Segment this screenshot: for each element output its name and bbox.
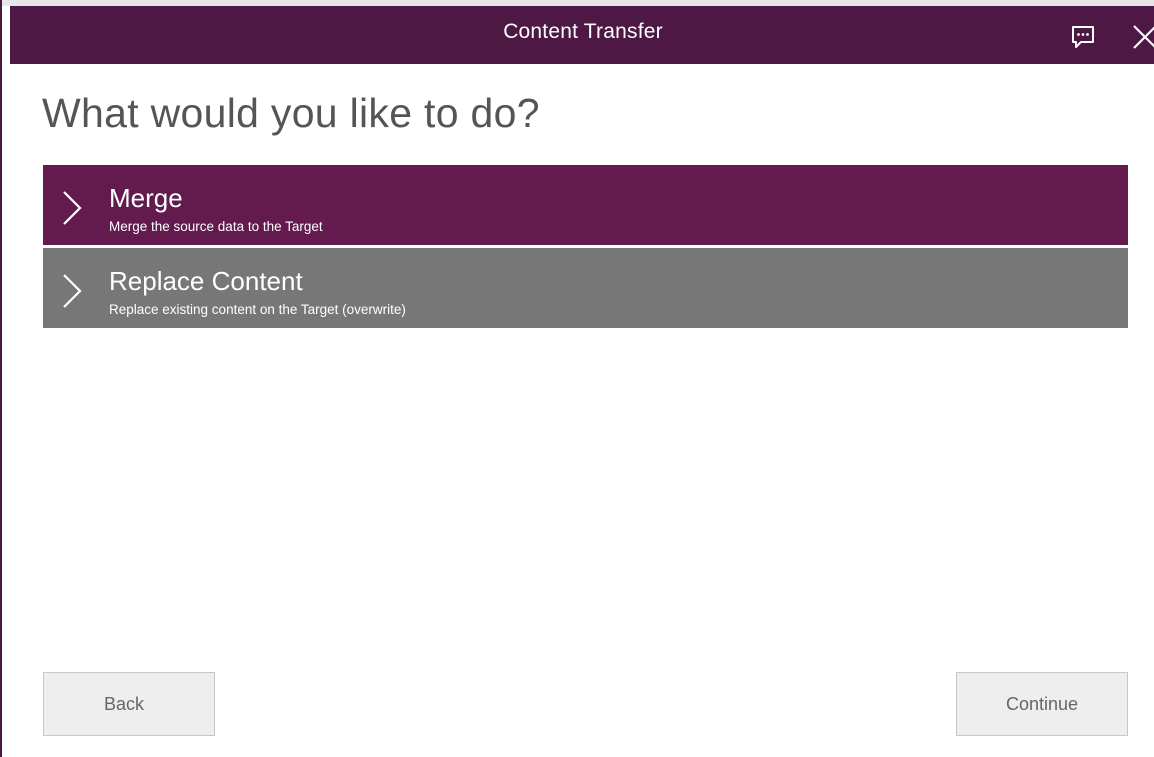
- chevron-right-icon: [63, 274, 82, 308]
- title-bar: Content Transfer: [10, 6, 1154, 64]
- merge-option[interactable]: Merge Merge the source data to the Targe…: [43, 165, 1128, 245]
- replace-content-option-title: Replace Content: [109, 266, 303, 296]
- merge-option-description: Merge the source data to the Target: [109, 219, 323, 234]
- replace-content-option-description: Replace existing content on the Target (…: [109, 302, 406, 317]
- app-window: Content Transfer What would you like to …: [0, 0, 1154, 757]
- back-button[interactable]: Back: [43, 672, 215, 736]
- page-title: What would you like to do?: [42, 90, 540, 136]
- replace-content-option[interactable]: Replace Content Replace existing content…: [43, 248, 1128, 328]
- window-title: Content Transfer: [503, 20, 663, 43]
- merge-option-title: Merge: [109, 183, 183, 213]
- feedback-icon[interactable]: [1068, 22, 1098, 52]
- close-icon[interactable]: [1128, 20, 1154, 54]
- continue-button[interactable]: Continue: [956, 672, 1128, 736]
- chevron-right-icon: [63, 191, 82, 225]
